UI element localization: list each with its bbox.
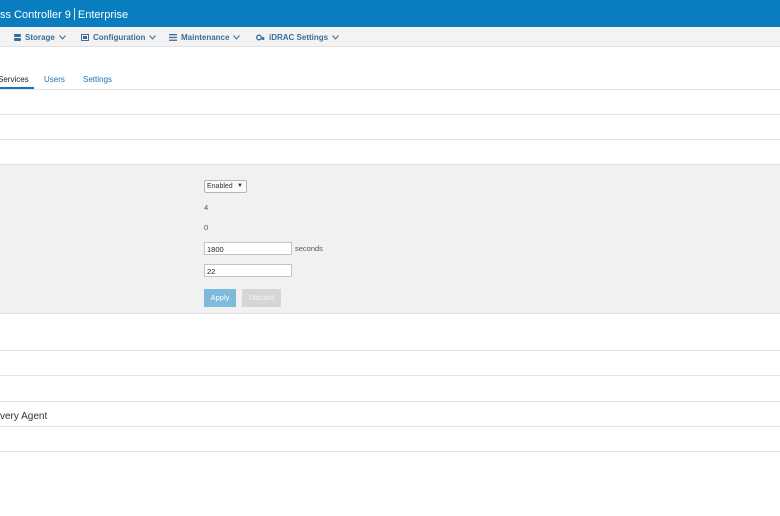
timeout-unit: seconds [295,244,323,253]
nav-configuration[interactable]: Configuration [81,33,157,42]
row-divider [0,426,780,427]
tab-users[interactable]: Users [44,75,65,84]
section-recovery-agent[interactable]: very Agent [0,411,47,422]
app-header: ss Controller 9 Enterprise [0,0,780,27]
active-tab-indicator [0,87,34,89]
chevron-down-icon [149,35,157,40]
expanded-settings-panel [0,164,780,314]
timeout-input[interactable] [204,242,292,255]
nav-storage-label: Storage [25,33,55,42]
discard-button[interactable]: Discard [242,289,281,307]
nav-idrac-settings-label: iDRAC Settings [269,33,329,42]
gear-icon [256,34,265,41]
storage-icon [14,34,21,41]
row-divider [0,139,780,140]
tab-settings[interactable]: Settings [83,75,112,84]
chevron-down-icon [332,35,340,40]
tab-bar: Services Users Settings [0,70,780,90]
product-edition: Enterprise [77,9,129,21]
readonly-value-0: 0 [204,223,209,232]
product-name: ss Controller 9 [0,9,71,21]
row-divider [0,350,780,351]
chevron-down-icon [233,35,241,40]
nav-maintenance-label: Maintenance [181,33,230,42]
row-divider [0,451,780,452]
nav-configuration-label: Configuration [93,33,146,42]
row-divider [0,375,780,376]
dropdown-arrow-icon: ▼ [237,183,243,189]
configuration-icon [81,34,89,41]
tab-services[interactable]: Services [0,75,29,84]
chevron-down-icon [58,35,66,40]
title-separator [73,8,75,20]
row-divider [0,114,780,115]
main-navigation: Storage Configuration Maintenance iDRAC [0,27,780,47]
nav-storage[interactable]: Storage [14,33,66,42]
maintenance-icon [169,34,177,41]
enabled-select[interactable]: Enabled ▼ [204,180,247,193]
row-divider [0,401,780,402]
apply-button[interactable]: Apply [204,289,236,307]
enabled-select-value: Enabled [207,183,233,190]
nav-idrac-settings[interactable]: iDRAC Settings [256,33,340,42]
readonly-value-4: 4 [204,203,209,212]
nav-maintenance[interactable]: Maintenance [169,33,241,42]
port-input[interactable] [204,264,292,277]
product-title: ss Controller 9 Enterprise [0,8,128,21]
